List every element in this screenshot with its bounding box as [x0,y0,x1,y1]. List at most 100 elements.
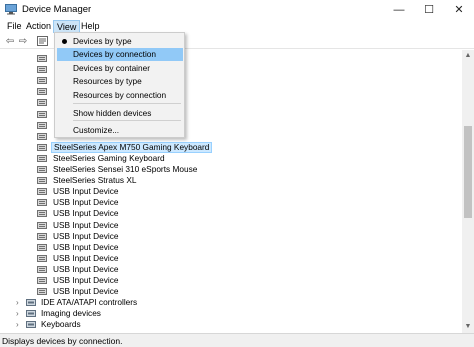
view-menu-dropdown: Devices by type Devices by connection Devi… [54,32,185,138]
scroll-thumb[interactable] [464,126,472,218]
scroll-up-icon: ▲ [464,52,472,59]
hid-device-icon [37,121,47,129]
view-menu-item-label: Devices by connection [73,49,157,59]
tree-device-label: USB Input Device [53,197,119,208]
properties-button[interactable] [36,35,48,47]
hid-device-icon [37,288,47,296]
view-menu-item-label: Resources by connection [73,90,167,100]
back-button[interactable]: ⇦ [4,35,16,47]
imaging-device-icon [26,310,36,318]
view-menu-item[interactable]: Devices by connection [57,48,183,61]
tree-device-item[interactable]: USB Input Device [0,242,462,253]
hid-device-icon [37,232,47,240]
tree-device-item[interactable]: USB Input Device [0,275,462,286]
tree-device-label: USB Input Device [53,275,119,285]
view-menu-item[interactable]: Devices by container [57,62,183,75]
tree-category-item[interactable]: › IDE ATA/ATAPI controllers [0,297,462,308]
title-bar: Device Manager — ☐ ✕ [0,0,474,19]
hid-device-icon [37,110,47,118]
hid-device-icon [37,243,47,251]
view-menu-item[interactable]: Customize... [57,124,183,137]
hid-device-icon [37,221,47,229]
close-button[interactable]: ✕ [444,0,474,19]
hid-device-icon [37,199,47,207]
tree-device-item[interactable]: USB Input Device [0,286,462,297]
tree-category-item[interactable]: › Keyboards [0,319,462,330]
scroll-up-button[interactable]: ▲ [462,50,474,62]
tree-device-label: USB Input Device [53,230,119,241]
tree-device-label: SteelSeries Apex M750 Gaming Keyboard [51,141,213,153]
tree-category-label: Keyboards [41,319,81,330]
tree-category-label: Imaging devices [41,308,101,319]
forward-arrow-icon: ⇨ [18,35,28,47]
window-title: Device Manager [22,4,92,15]
view-menu-item-label: Resources by type [73,76,142,86]
hid-device-icon [37,177,47,185]
tree-device-item[interactable]: USB Input Device [0,208,462,219]
status-bar: Displays devices by connection. [0,333,474,347]
tree-device-item[interactable]: USB Input Device [0,231,462,242]
view-menu-item-label: Customize... [73,125,120,135]
tree-device-item[interactable]: SteelSeries Gaming Keyboard [0,153,462,164]
tree-device-label: SteelSeries Gaming Keyboard [53,152,165,163]
tree-device-item[interactable]: USB Input Device [0,264,462,275]
forward-button[interactable]: ⇨ [17,35,29,47]
hid-device-icon [37,88,47,96]
expand-chevron-icon[interactable]: › [16,319,19,330]
hid-device-icon [37,166,47,173]
hid-device-icon [37,265,47,273]
menu-separator [73,120,181,121]
keyboard-icon [26,321,36,329]
hid-device-icon [37,66,47,74]
hid-device-icon [37,132,47,140]
view-menu-item-label: Devices by type [73,36,132,46]
view-menu-item-label: Show hidden devices [73,108,152,118]
tree-device-item[interactable]: SteelSeries Stratus XL [0,175,462,186]
hid-device-icon [37,143,47,151]
view-menu-item[interactable]: Resources by connection [57,89,183,102]
status-text: Displays devices by connection. [2,336,123,346]
tree-device-item[interactable]: USB Input Device [0,220,462,231]
hid-device-icon [37,188,47,196]
hid-device-icon [37,55,47,62]
tree-category-item[interactable]: › Imaging devices [0,308,462,319]
expand-chevron-icon[interactable]: › [16,308,19,319]
properties-icon [36,36,48,46]
expand-chevron-icon[interactable]: › [16,297,19,308]
tree-device-item[interactable]: SteelSeries Apex M750 Gaming Keyboard [0,141,462,153]
close-icon: ✕ [454,4,464,16]
tree-device-label: USB Input Device [53,219,119,230]
hid-device-icon [37,77,47,85]
tree-device-label: USB Input Device [53,241,119,252]
hid-device-icon [37,210,47,218]
menu-separator [73,103,181,104]
menu-file[interactable]: File [4,20,25,33]
maximize-icon: ☐ [424,4,434,16]
minimize-button[interactable]: — [384,0,414,19]
menu-action[interactable]: Action [23,20,54,33]
maximize-button[interactable]: ☐ [414,0,444,19]
tree-device-item[interactable]: USB Input Device [0,253,462,264]
tree-device-item[interactable]: SteelSeries Sensei 310 eSports Mouse [0,164,462,175]
ide-controller-icon [26,299,36,307]
view-menu-item[interactable]: Resources by type [57,75,183,88]
tree-device-label: USB Input Device [53,208,119,219]
view-menu-item[interactable]: Show hidden devices [57,107,183,120]
view-menu-item[interactable]: Devices by type [57,35,183,48]
tree-device-label: SteelSeries Stratus XL [53,175,137,186]
scroll-down-button[interactable]: ▼ [462,321,474,333]
hid-device-icon [37,254,47,262]
back-arrow-icon: ⇦ [5,35,15,47]
scroll-down-icon: ▼ [464,323,472,330]
vertical-scrollbar[interactable]: ▲ ▼ [462,50,474,333]
tree-device-label: SteelSeries Sensei 310 eSports Mouse [53,164,198,174]
hid-device-icon [37,277,47,284]
tree-device-item[interactable]: USB Input Device [0,197,462,208]
tree-category-label: IDE ATA/ATAPI controllers [41,297,138,308]
device-manager-icon [5,4,17,15]
view-menu-item-label: Devices by container [73,63,151,73]
tree-device-label: USB Input Device [53,186,119,197]
hid-device-icon [37,99,47,107]
radio-bullet-icon [62,39,67,44]
tree-device-item[interactable]: USB Input Device [0,186,462,197]
